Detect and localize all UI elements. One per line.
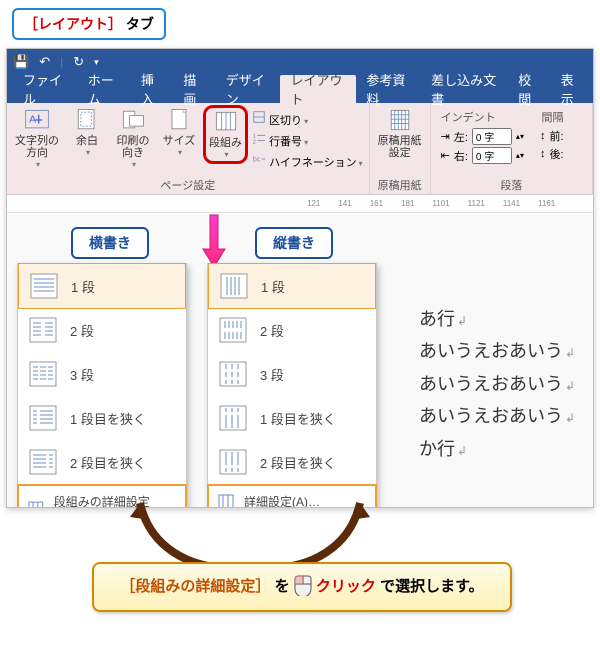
tab-layout[interactable]: レイアウト <box>280 75 356 103</box>
spacing-before-icon: ↕ <box>540 130 546 142</box>
text-direction-button[interactable]: A 文字列の 方向▾ <box>11 105 63 172</box>
margins-button[interactable]: 余白▾ <box>65 105 109 160</box>
columns-option-1-v[interactable]: 1 段 <box>208 263 376 309</box>
qat-customize-icon[interactable]: ▾ <box>94 57 99 68</box>
save-icon[interactable]: 💾 <box>13 54 29 70</box>
mouse-icon <box>294 574 312 600</box>
tab-references[interactable]: 参考資料 <box>356 75 421 103</box>
horizontal-ruler[interactable]: 121 141 161 181 1101 1121 1141 1161 <box>7 195 593 213</box>
ribbon-tabs: ファイル ホーム 挿入 描画 デザイン レイアウト 参考資料 差し込み文書 校閲… <box>7 75 593 103</box>
indent-left-input[interactable] <box>472 128 512 145</box>
columns-dropdown-vertical: 1 段 2 段 3 段 1 段目を狭く 2 段目を狭く 詳細設定(A)… <box>207 263 377 507</box>
document-body-text[interactable]: あ行 あいうえおあいう あいうえおあいう あいうえおあいう か行 <box>419 303 579 465</box>
manuscript-settings-button[interactable]: 原稿用紙 設定 <box>374 105 426 161</box>
ribbon-layout: A 文字列の 方向▾ 余白▾ 印刷の 向き▾ サイズ▾ 段組み▾ <box>7 103 593 195</box>
columns-option-1[interactable]: 1 段 <box>18 263 186 309</box>
tab-mailings[interactable]: 差し込み文書 <box>421 75 508 103</box>
columns-option-left-narrow-v[interactable]: 1 段目を狭く <box>208 396 376 440</box>
redo-icon[interactable]: ↻ <box>73 54 84 70</box>
svg-text:2: 2 <box>253 139 256 145</box>
ribbon-group-paragraph: インデント ⇥ 左: ▴▾ ⇤ 右: ▴▾ 間隔 <box>431 103 593 194</box>
instruction-callout: ［段組みの詳細設定］ を クリック で選択します。 <box>92 562 512 612</box>
breaks-button[interactable]: 区切り▾ <box>250 109 365 129</box>
svg-text:A: A <box>29 114 36 126</box>
group-label-paragraph: 段落 <box>435 175 588 194</box>
undo-icon[interactable]: ↶ <box>39 54 50 70</box>
indent-right-icon: ⇤ <box>441 149 450 162</box>
hyphenation-button[interactable]: bc ハイフネーション▾ <box>250 151 365 171</box>
tab-home[interactable]: ホーム <box>78 75 131 103</box>
tab-insert[interactable]: 挿入 <box>131 75 173 103</box>
tab-view[interactable]: 表示 <box>551 75 593 103</box>
spinner-icon[interactable]: ▴▾ <box>516 151 524 160</box>
spacing-after-icon: ↕ <box>540 148 546 160</box>
indent-left-icon: ⇥ <box>441 130 450 143</box>
group-label-page-setup: ページ設定 <box>11 175 365 194</box>
columns-dropdown-horizontal: 1 段 2 段 3 段 1 段目を狭く 2 段目を狭く 段組みの詳細設定(C <box>17 263 187 507</box>
tab-design[interactable]: デザイン <box>216 75 281 103</box>
document-canvas: 横書き 縦書き 1 段 2 段 3 段 1 段目を狭く <box>7 213 593 507</box>
spinner-icon[interactable]: ▴▾ <box>516 132 524 141</box>
ribbon-group-manuscript: 原稿用紙 設定 原稿用紙 <box>370 103 431 194</box>
columns-option-left-narrow[interactable]: 1 段目を狭く <box>18 396 186 440</box>
columns-option-right-narrow-v[interactable]: 2 段目を狭く <box>208 440 376 484</box>
size-button[interactable]: サイズ▾ <box>157 105 201 160</box>
columns-option-2[interactable]: 2 段 <box>18 308 186 352</box>
pink-arrow-down-icon <box>199 213 229 269</box>
word-window: 💾 ↶ | ↻ ▾ ファイル ホーム 挿入 描画 デザイン レイアウト 参考資料… <box>6 48 594 508</box>
ribbon-group-page-setup: A 文字列の 方向▾ 余白▾ 印刷の 向き▾ サイズ▾ 段組み▾ <box>7 103 370 194</box>
tab-draw[interactable]: 描画 <box>173 75 215 103</box>
annotation-layout-tab: ［レイアウト］ タブ <box>12 8 166 40</box>
svg-text:bc: bc <box>253 157 261 164</box>
indent-title: インデント <box>441 109 524 125</box>
line-numbers-button[interactable]: 12 行番号▾ <box>250 130 365 150</box>
columns-option-3[interactable]: 3 段 <box>18 352 186 396</box>
columns-option-2-v[interactable]: 2 段 <box>208 308 376 352</box>
label-horizontal-writing: 横書き <box>71 227 149 259</box>
columns-option-3-v[interactable]: 3 段 <box>208 352 376 396</box>
indent-right-input[interactable] <box>472 147 512 164</box>
columns-option-right-narrow[interactable]: 2 段目を狭く <box>18 440 186 484</box>
label-vertical-writing: 縦書き <box>255 227 333 259</box>
tab-review[interactable]: 校閲 <box>508 75 550 103</box>
columns-button[interactable]: 段組み▾ <box>203 105 248 164</box>
group-label-manuscript: 原稿用紙 <box>374 175 426 194</box>
orientation-button[interactable]: 印刷の 向き▾ <box>111 105 155 172</box>
tab-file[interactable]: ファイル <box>13 75 78 103</box>
spacing-title: 間隔 <box>540 109 564 125</box>
